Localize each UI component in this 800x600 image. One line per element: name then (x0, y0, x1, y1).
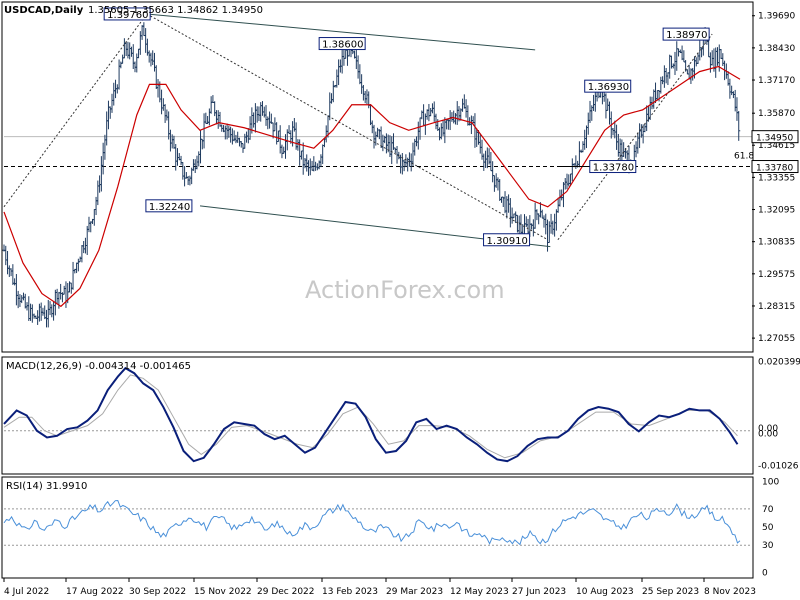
price-tick-label: 1.30835 (758, 238, 795, 248)
macd-title: MACD(12,26,9) -0.004314 -0.001465 (6, 361, 191, 372)
date-tick-label: 8 Nov 2023 (704, 587, 756, 597)
price-tick-label: 1.39690 (758, 12, 795, 22)
date-tick-label: 25 Sep 2023 (642, 587, 699, 597)
price-tick-label: 1.27055 (758, 334, 795, 344)
price-tick-label: 1.32095 (758, 206, 795, 216)
swing-label: 1.38970 (666, 30, 707, 41)
date-tick-label: 29 Mar 2023 (386, 587, 443, 597)
rsi-tick-label: 30 (762, 541, 774, 551)
macd-tick-label: 0.00 (758, 429, 778, 439)
swing-label: 1.38600 (322, 40, 363, 51)
date-tick-label: 13 Feb 2023 (322, 587, 378, 597)
watermark: ActionForex.com (305, 276, 505, 304)
ohlc-readout: 1.35605 1.35663 1.34862 1.34950 (88, 5, 263, 16)
macd-tick-label: -0.01026 (758, 461, 799, 471)
rsi-tick-label: 50 (762, 523, 774, 533)
swing-label: 1.33780 (593, 163, 634, 174)
fib-label: 61.8 (734, 152, 754, 162)
date-tick-label: 15 Nov 2022 (194, 587, 252, 597)
date-tick-label: 29 Dec 2022 (257, 587, 315, 597)
price-tick-label: 1.28315 (758, 302, 795, 312)
price-tick-label: 1.37170 (758, 76, 795, 86)
symbol-label: USDCAD,Daily (4, 5, 84, 16)
rsi-tick-label: 0 (762, 568, 768, 578)
macd-panel-frame (1, 356, 754, 475)
price-tick-label: 1.38430 (758, 44, 795, 54)
date-tick-label: 12 May 2023 (450, 587, 509, 597)
price-tick-label: 1.35870 (758, 109, 795, 119)
date-tick-label: 27 Jun 2023 (512, 587, 566, 597)
rsi-title: RSI(14) 31.9910 (6, 481, 87, 492)
swing-label: 1.32240 (149, 202, 190, 213)
date-tick-label: 4 Jul 2022 (4, 587, 49, 597)
price-tick-label: 1.29575 (758, 270, 795, 280)
price-tick-label: 1.33355 (758, 173, 795, 183)
date-axis: 4 Jul 2022 17 Aug 2022 30 Sep 2022 15 Nov 2… (3, 578, 756, 597)
rsi-axis: 100 70 50 30 0 (762, 478, 779, 579)
rsi-tick-label: 70 (762, 505, 774, 515)
macd-tick-label: 0.020399 (758, 358, 800, 368)
fib-price-label: 1.33780 (756, 164, 793, 174)
chart-root: ActionForex.com 1.397601.386001.389701.3… (1, 1, 800, 597)
date-tick-label: 30 Sep 2022 (129, 587, 186, 597)
swing-label: 1.36930 (588, 82, 629, 93)
rsi-tick-label: 100 (762, 478, 779, 488)
swing-label: 1.30910 (487, 236, 528, 247)
current-price-label: 1.34950 (756, 134, 793, 144)
date-tick-label: 10 Aug 2023 (576, 587, 634, 597)
macd-axis: 0.0203990.000.00-0.01026 (758, 358, 800, 472)
date-tick-label: 17 Aug 2022 (66, 587, 124, 597)
